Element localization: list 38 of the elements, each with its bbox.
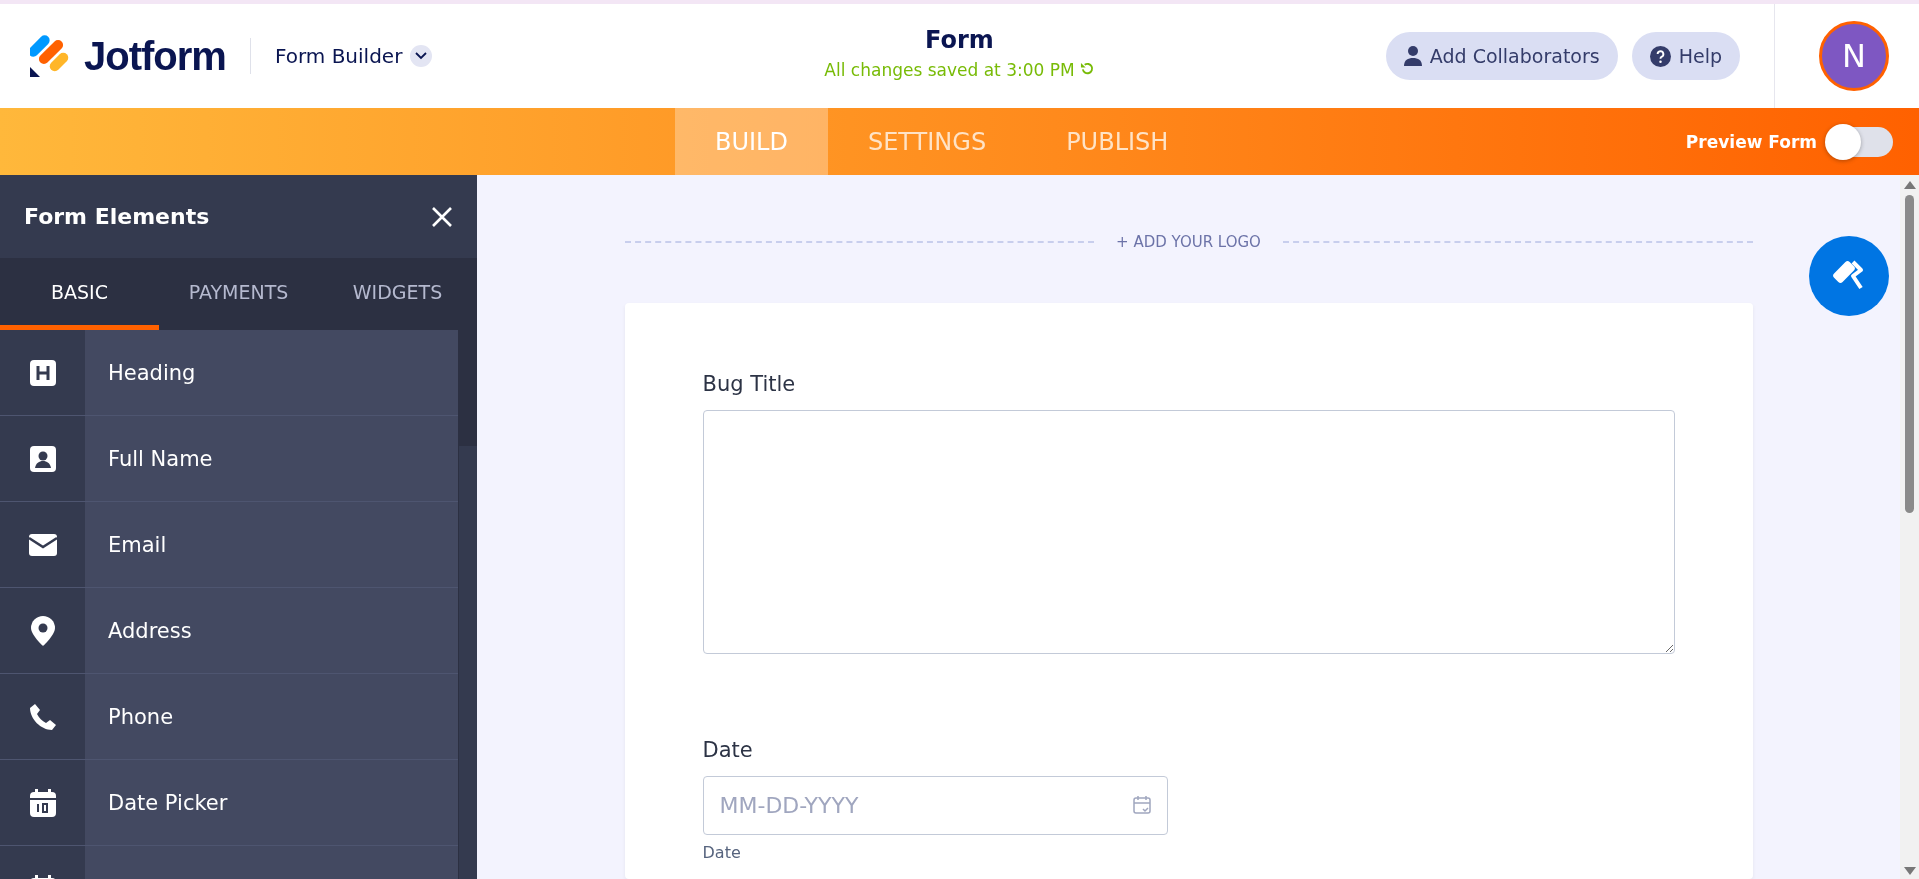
form-element-item[interactable]: Address — [0, 588, 458, 674]
preview-form-label: Preview Form — [1685, 131, 1817, 152]
scrollbar[interactable] — [458, 330, 477, 879]
form-builder-menu[interactable]: Form Builder — [274, 44, 433, 68]
refresh-icon — [1079, 61, 1095, 76]
envelope-icon — [28, 533, 57, 556]
field-label: Date — [702, 738, 754, 762]
chevron-down-icon — [410, 45, 433, 67]
calendar-icon[interactable] — [1131, 795, 1152, 815]
date-field[interactable]: MM-DD-YYYY — [702, 776, 1168, 835]
preview-toggle[interactable] — [1827, 126, 1893, 157]
add-collaborators-button[interactable]: Add Collaborators — [1385, 32, 1618, 80]
save-status: All changes saved at 3:00 PM — [824, 60, 1075, 80]
user-avatar[interactable]: N — [1819, 21, 1889, 91]
map-pin-icon — [30, 615, 55, 646]
form-element-item[interactable]: Heading — [0, 330, 458, 416]
contact-card-icon — [29, 445, 56, 472]
help-icon — [1649, 45, 1671, 67]
phone-icon — [28, 702, 57, 731]
form-element-item[interactable]: Email — [0, 502, 458, 588]
element-tab[interactable]: WIDGETS — [318, 258, 477, 330]
field-label: Bug Title — [702, 372, 797, 396]
brand-name: Jotform — [84, 33, 226, 79]
heading-icon — [29, 359, 56, 386]
calendar-icon — [29, 788, 56, 817]
help-button[interactable]: Help — [1631, 32, 1740, 80]
scrollbar[interactable] — [1900, 175, 1919, 879]
add-logo-link[interactable]: + ADD YOUR LOGO — [1116, 233, 1261, 251]
field-sublabel: Date — [702, 843, 742, 862]
panel-title: Form Elements — [24, 204, 210, 229]
form-element-item[interactable]: Date Picker — [0, 760, 458, 846]
form-element-item[interactable]: Full Name — [0, 416, 458, 502]
scrollbar-thumb[interactable] — [459, 330, 477, 446]
form-title: Form — [925, 26, 994, 54]
form-element-item[interactable]: Phone — [0, 674, 458, 760]
element-tab[interactable]: PAYMENTS — [159, 258, 318, 330]
close-icon[interactable] — [431, 205, 453, 228]
person-icon — [1403, 46, 1422, 66]
